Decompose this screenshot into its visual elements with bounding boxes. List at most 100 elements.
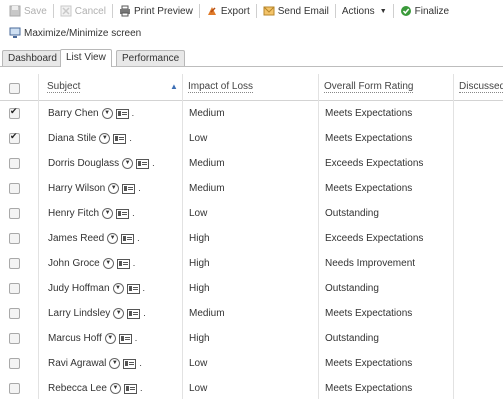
table-row[interactable]: Rebecca Lee ▼. Low Meets Expectations bbox=[0, 376, 503, 401]
print-preview-button[interactable]: Print Preview bbox=[115, 1, 197, 21]
tab-list-view[interactable]: List View bbox=[60, 49, 112, 67]
row-menu-dropdown-icon[interactable]: ▼ bbox=[113, 308, 125, 319]
maximize-button[interactable]: Maximize/Minimize screen bbox=[5, 23, 145, 43]
rating-cell: Meets Expectations bbox=[325, 308, 413, 319]
column-header-subject[interactable]: Subject bbox=[47, 74, 81, 100]
profile-card-icon[interactable] bbox=[123, 358, 137, 369]
row-checkbox[interactable] bbox=[9, 308, 20, 319]
row-checkbox[interactable] bbox=[9, 233, 20, 244]
tab-dashboard[interactable]: Dashboard bbox=[2, 50, 63, 66]
select-all-checkbox[interactable] bbox=[9, 83, 20, 94]
row-menu-dropdown-icon[interactable]: ▼ bbox=[102, 258, 114, 269]
column-header-rating[interactable]: Overall Form Rating bbox=[324, 74, 414, 100]
trailing-dot: . bbox=[129, 133, 132, 143]
profile-card-icon[interactable] bbox=[127, 308, 141, 319]
row-checkbox[interactable] bbox=[9, 333, 20, 344]
impact-cell: Medium bbox=[189, 183, 225, 194]
profile-card-icon[interactable] bbox=[118, 333, 132, 344]
export-button[interactable]: Export bbox=[202, 1, 254, 21]
row-menu-dropdown-icon[interactable]: ▼ bbox=[109, 358, 121, 369]
subject-name[interactable]: Diana Stile bbox=[48, 126, 96, 151]
table-row[interactable]: Marcus Hoff ▼. High Outstanding bbox=[0, 326, 503, 351]
separator bbox=[334, 4, 336, 18]
column-header-discussed[interactable]: Discussed bbox=[459, 74, 503, 100]
finalize-label: Finalize bbox=[414, 5, 450, 17]
row-checkbox[interactable] bbox=[9, 258, 20, 269]
trailing-dot: . bbox=[138, 183, 141, 193]
row-checkbox[interactable] bbox=[9, 208, 20, 219]
cancel-button[interactable]: Cancel bbox=[56, 1, 110, 21]
row-menu-dropdown-icon[interactable]: ▼ bbox=[104, 333, 116, 344]
separator bbox=[255, 4, 257, 18]
subject-name[interactable]: Dorris Douglass bbox=[48, 151, 119, 176]
row-menu-dropdown-icon[interactable]: ▼ bbox=[102, 208, 114, 219]
actions-menu[interactable]: Actions ▼ bbox=[338, 1, 391, 21]
profile-card-icon[interactable] bbox=[121, 233, 135, 244]
profile-card-icon[interactable] bbox=[126, 283, 140, 294]
profile-card-icon[interactable] bbox=[122, 183, 136, 194]
table-row[interactable]: James Reed ▼. High Exceeds Expectations bbox=[0, 226, 503, 251]
row-checkbox[interactable] bbox=[9, 358, 20, 369]
save-button[interactable]: Save bbox=[5, 1, 51, 21]
subject-name[interactable]: Ravi Agrawal bbox=[48, 351, 106, 376]
table-row[interactable]: John Groce ▼. High Needs Improvement bbox=[0, 251, 503, 276]
subject-name[interactable]: Barry Chen bbox=[48, 101, 99, 126]
table-row[interactable]: Dorris Douglass ▼. Medium Exceeds Expectati… bbox=[0, 151, 503, 176]
impact-cell: Medium bbox=[189, 108, 225, 119]
subject-name[interactable]: Henry Fitch bbox=[48, 201, 99, 226]
profile-card-icon[interactable] bbox=[123, 383, 137, 394]
save-icon bbox=[9, 5, 21, 17]
profile-card-icon[interactable] bbox=[115, 108, 129, 119]
envelope-icon bbox=[263, 5, 275, 17]
subject-name[interactable]: Harry Wilson bbox=[48, 176, 105, 201]
table-row[interactable]: Henry Fitch ▼. Low Outstanding bbox=[0, 201, 503, 226]
send-email-button[interactable]: Send Email bbox=[259, 1, 333, 21]
subject-name[interactable]: Judy Hoffman bbox=[48, 276, 110, 301]
subject-name[interactable]: James Reed bbox=[48, 226, 104, 251]
table-row[interactable]: Judy Hoffman ▼. High Outstanding bbox=[0, 276, 503, 301]
subject-name[interactable]: Rebecca Lee bbox=[48, 376, 107, 401]
profile-card-icon[interactable] bbox=[116, 258, 130, 269]
profile-card-icon[interactable] bbox=[113, 133, 127, 144]
row-menu-dropdown-icon[interactable]: ▼ bbox=[107, 233, 119, 244]
separator bbox=[52, 4, 54, 18]
table-row[interactable]: Larry Lindsley ▼. Medium Meets Expectations bbox=[0, 301, 503, 326]
tab-performance[interactable]: Performance bbox=[116, 50, 186, 66]
finalize-button[interactable]: Finalize bbox=[396, 1, 453, 21]
send-email-label: Send Email bbox=[277, 5, 329, 17]
impact-cell: High bbox=[189, 333, 210, 344]
impact-cell: Medium bbox=[189, 158, 225, 169]
column-header-impact[interactable]: Impact of Loss bbox=[188, 74, 254, 100]
printer-icon bbox=[119, 5, 131, 17]
table-row[interactable]: Barry Chen▼. Medium Meets Expectations bbox=[0, 101, 503, 126]
profile-card-icon[interactable] bbox=[116, 208, 130, 219]
row-checkbox[interactable] bbox=[9, 283, 20, 294]
check-circle-icon bbox=[400, 5, 412, 17]
row-checkbox[interactable] bbox=[9, 183, 20, 194]
row-checkbox[interactable] bbox=[9, 383, 20, 394]
export-icon bbox=[206, 5, 218, 17]
profile-card-icon[interactable] bbox=[136, 158, 150, 169]
table-row[interactable]: Diana Stile▼. Low Meets Expectations bbox=[0, 126, 503, 151]
row-checkbox[interactable] bbox=[9, 106, 20, 119]
table-row[interactable]: Ravi Agrawal ▼. Low Meets Expectations bbox=[0, 351, 503, 376]
row-menu-dropdown-icon[interactable]: ▼ bbox=[108, 183, 120, 194]
cancel-icon bbox=[60, 5, 72, 17]
row-menu-dropdown-icon[interactable]: ▼ bbox=[122, 158, 134, 169]
column-header-label: Impact of Loss bbox=[188, 81, 254, 93]
subject-name[interactable]: Larry Lindsley bbox=[48, 301, 110, 326]
sort-ascending-icon[interactable]: ▲ bbox=[170, 74, 178, 100]
cancel-label: Cancel bbox=[74, 5, 106, 17]
impact-cell: Low bbox=[189, 383, 208, 394]
row-menu-dropdown-icon[interactable]: ▼ bbox=[99, 133, 111, 144]
row-menu-dropdown-icon[interactable]: ▼ bbox=[112, 283, 124, 294]
row-checkbox[interactable] bbox=[9, 131, 20, 144]
trailing-dot: . bbox=[132, 258, 136, 268]
row-menu-dropdown-icon[interactable]: ▼ bbox=[101, 108, 113, 119]
subject-name[interactable]: Marcus Hoff bbox=[48, 326, 102, 351]
row-menu-dropdown-icon[interactable]: ▼ bbox=[109, 383, 121, 394]
table-row[interactable]: Harry Wilson ▼. Medium Meets Expectations bbox=[0, 176, 503, 201]
row-checkbox[interactable] bbox=[9, 158, 20, 169]
print-preview-label: Print Preview bbox=[133, 5, 193, 17]
subject-name[interactable]: John Groce bbox=[48, 251, 100, 276]
